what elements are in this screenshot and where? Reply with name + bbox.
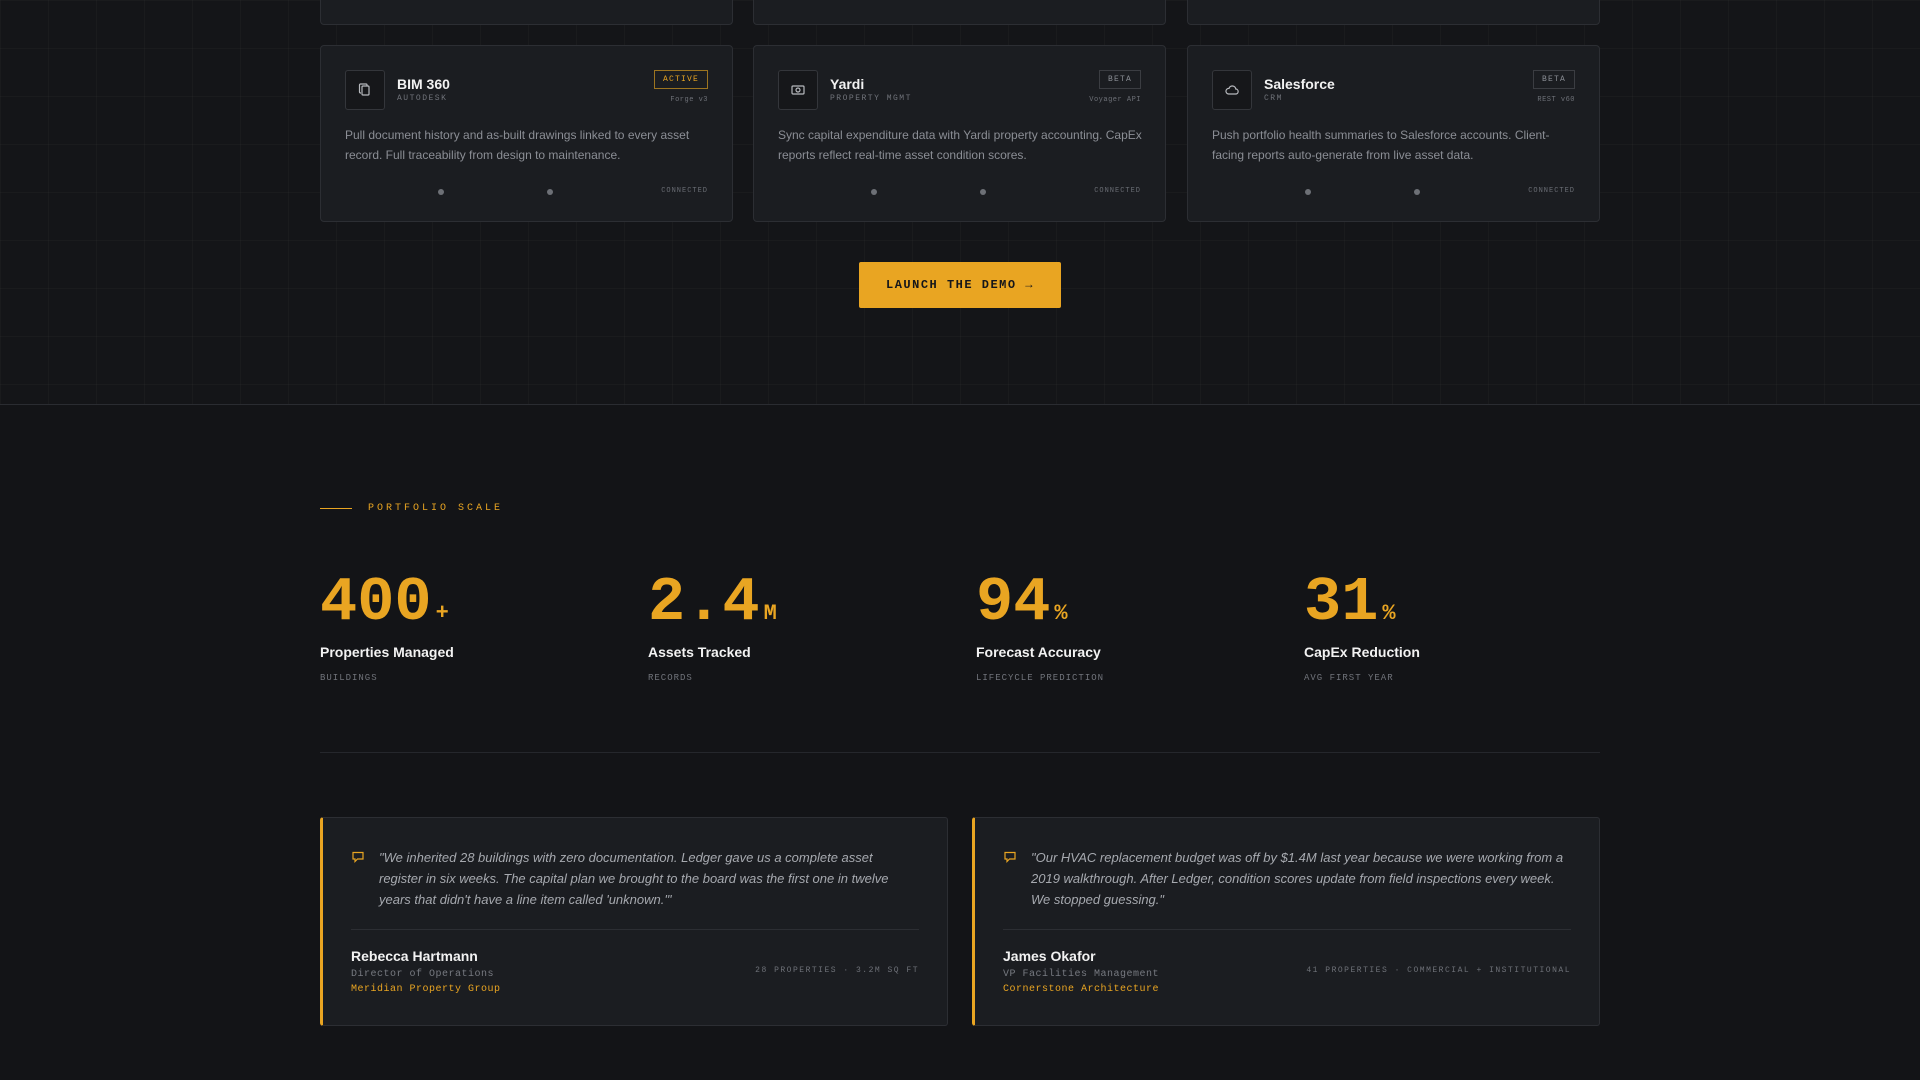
connector-dot [438,189,444,195]
launch-demo-button[interactable]: LAUNCH THE DEMO → [859,262,1061,308]
stat-sublabel: AVG FIRST YEAR [1304,673,1394,683]
stat-sublabel: RECORDS [648,673,693,683]
connector-dot [1414,189,1420,195]
speech-bubble-icon [351,850,365,869]
stat-number: 94 % [976,570,1276,636]
documents-icon [345,70,385,110]
testimonial-quote: "We inherited 28 buildings with zero doc… [379,850,889,907]
connector-dot [1305,189,1311,195]
integration-vendor: AUTODESK [397,94,448,103]
stat-assets: 2.4 M Assets Tracked RECORDS [648,570,948,684]
integration-description: Pull document history and as-built drawi… [345,128,690,162]
testimonial-role: Director of Operations [351,969,495,980]
testimonial-author: James Okafor [1003,948,1096,964]
integration-name: Yardi [830,76,865,92]
testimonial-quote: "Our HVAC replacement budget was off by … [1031,850,1564,907]
stat-label: CapEx Reduction [1304,644,1420,660]
stat-forecast: 94 % Forecast Accuracy LIFECYCLE PREDICT… [976,570,1276,684]
stat-properties: 400 + Properties Managed BUILDINGS [320,570,620,684]
testimonial-card: "We inherited 28 buildings with zero doc… [320,817,948,1026]
stat-suffix: % [1382,601,1396,626]
api-version: Voyager API [1089,96,1141,104]
status-badge: BETA [1532,70,1575,89]
integration-card-partial [320,0,733,25]
connector-dot [980,189,986,195]
connector-dot [547,189,553,195]
stat-suffix: + [435,601,449,626]
integration-description: Push portfolio health summaries to Sales… [1212,128,1550,162]
testimonial-company: Meridian Property Group [351,984,501,995]
stat-suffix: M [763,601,777,626]
integration-name: BIM 360 [397,76,450,92]
stat-label: Assets Tracked [648,644,751,660]
stat-sublabel: LIFECYCLE PREDICTION [976,673,1105,683]
integration-card-yardi[interactable]: Yardi PROPERTY MGMT BETA Voyager API Syn… [753,45,1166,222]
stat-value: 31 [1304,567,1379,638]
status-badge: ACTIVE [653,70,708,89]
api-version: REST v60 [1537,96,1575,104]
testimonial-divider [351,929,919,930]
stat-label: Forecast Accuracy [976,644,1101,660]
testimonial-company: Cornerstone Architecture [1003,984,1160,995]
stat-value: 2.4 [648,567,760,638]
connection-status: CONNECTED [1528,187,1575,195]
stat-value: 400 [320,567,432,638]
connection-status: CONNECTED [1094,187,1141,195]
testimonial-card: "Our HVAC replacement budget was off by … [972,817,1600,1026]
testimonial-meta: 41 PROPERTIES · COMMERCIAL + INSTITUTION… [1306,966,1571,975]
testimonial-role: VP Facilities Management [1003,969,1160,980]
stat-value: 94 [976,567,1051,638]
testimonial-divider [1003,929,1571,930]
api-version: Forge v3 [670,96,708,104]
speech-bubble-icon [1003,850,1017,869]
integration-name: Salesforce [1264,76,1335,92]
connection-status: CONNECTED [661,187,708,195]
stat-suffix: % [1054,601,1068,626]
integration-card-salesforce[interactable]: Salesforce CRM BETA REST v60 Push portfo… [1187,45,1600,222]
status-badge: BETA [1098,70,1141,89]
stat-sublabel: BUILDINGS [320,673,378,683]
integration-card-bim360[interactable]: BIM 360 AUTODESK ACTIVE Forge v3 Pull do… [320,45,733,222]
integration-vendor: PROPERTY MGMT [830,94,912,103]
section-eyebrow: PORTFOLIO SCALE [320,503,503,514]
stat-number: 2.4 M [648,570,948,636]
connector-dot [871,189,877,195]
testimonial-meta: 28 PROPERTIES · 3.2M SQ FT [755,966,919,975]
money-icon [778,70,818,110]
integration-description: Sync capital expenditure data with Yardi… [778,128,1142,162]
section-divider [320,752,1600,753]
stat-number: 31 % [1304,570,1604,636]
eyebrow-line [320,508,352,509]
stat-label: Properties Managed [320,644,454,660]
stat-capex: 31 % CapEx Reduction AVG FIRST YEAR [1304,570,1604,684]
integrations-section: BIM 360 AUTODESK ACTIVE Forge v3 Pull do… [0,0,1920,405]
testimonial-author: Rebecca Hartmann [351,948,478,964]
cloud-icon [1212,70,1252,110]
eyebrow-label: PORTFOLIO SCALE [368,503,504,514]
integration-card-partial [753,0,1166,25]
stat-number: 400 + [320,570,620,636]
integration-card-partial [1187,0,1600,25]
integration-vendor: CRM [1264,94,1283,103]
